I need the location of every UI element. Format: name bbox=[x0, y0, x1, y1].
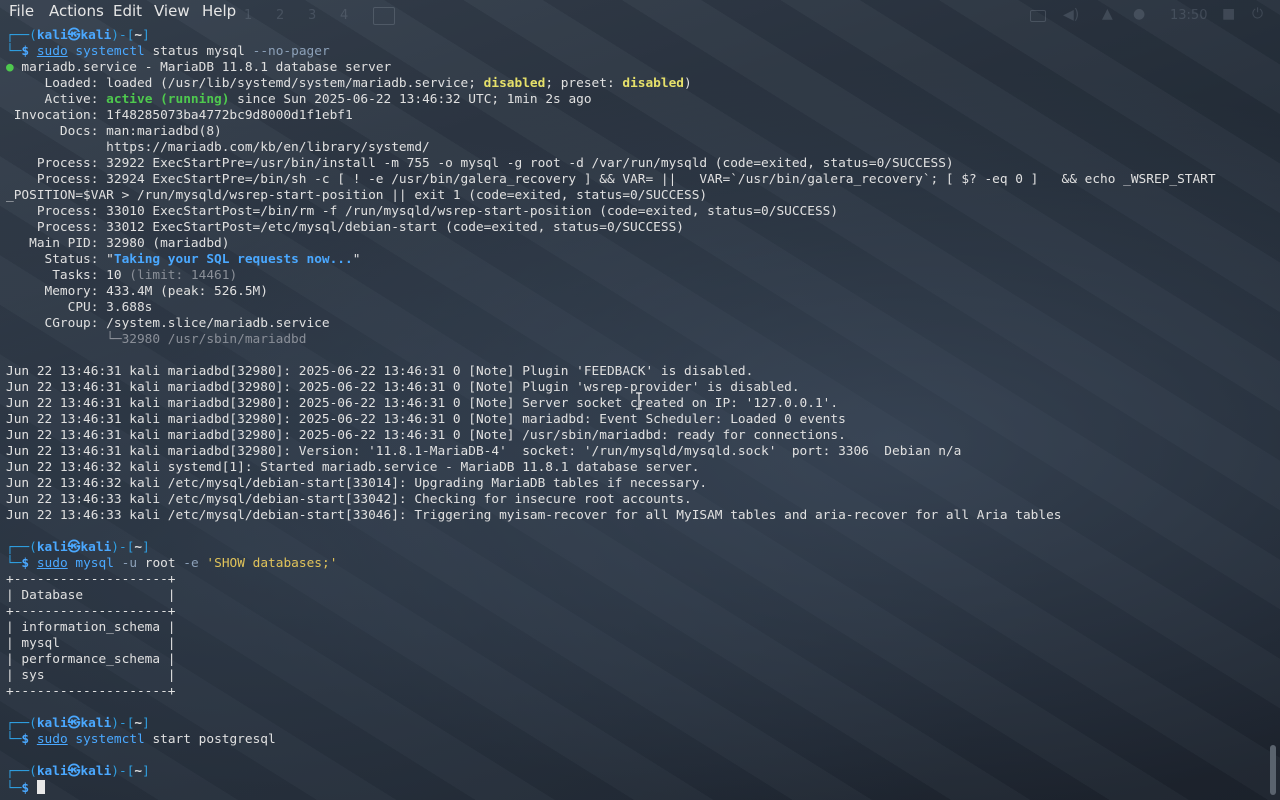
prompt-line: ┌──(kali㉿kali)-[~] bbox=[6, 540, 150, 555]
workspace-1[interactable]: 1 bbox=[244, 8, 252, 23]
journal-line: Jun 22 13:46:31 kali mariadbd[32980]: Ve… bbox=[6, 444, 962, 459]
command-line: └─$ sudo mysql -u root -e 'SHOW database… bbox=[6, 556, 338, 571]
lock-icon[interactable]: ■ bbox=[1222, 6, 1235, 22]
table-border: +--------------------+ bbox=[6, 572, 176, 587]
prompt-line: ┌──(kali㉿kali)-[~] bbox=[6, 28, 150, 43]
prompt-line: ┌──(kali㉿kali)-[~] bbox=[6, 716, 150, 731]
main-pid-line: Main PID: 32980 (mariadbd) bbox=[6, 236, 230, 251]
ibeam-cursor-icon bbox=[636, 392, 642, 410]
text-cursor bbox=[36, 780, 45, 794]
terminal-menubar: File Actions Edit View Help 1 2 3 4 ◀) ▲… bbox=[0, 0, 1280, 25]
workspace-4[interactable]: 4 bbox=[340, 8, 348, 23]
tasks-line: Tasks: 10 (limit: 14461) bbox=[6, 268, 238, 283]
journal-line: Jun 22 13:46:31 kali mariadbd[32980]: 20… bbox=[6, 380, 800, 395]
process-line: Process: 32924 ExecStartPre=/bin/sh -c [… bbox=[6, 172, 1216, 187]
journal-line: Jun 22 13:46:33 kali /etc/mysql/debian-s… bbox=[6, 492, 692, 507]
table-row: | sys | bbox=[6, 668, 176, 683]
logout-icon[interactable]: ⏻ bbox=[1252, 6, 1263, 22]
journal-line: Jun 22 13:46:32 kali /etc/mysql/debian-s… bbox=[6, 476, 708, 491]
table-header: | Database | bbox=[6, 588, 176, 603]
menu-file[interactable]: File bbox=[9, 2, 34, 20]
prompt-line: ┌──(kali㉿kali)-[~] bbox=[6, 764, 150, 779]
menu-actions[interactable]: Actions bbox=[49, 2, 104, 20]
process-line: Process: 32922 ExecStartPre=/usr/bin/ins… bbox=[6, 156, 954, 171]
command-input-line[interactable]: └─$ bbox=[6, 780, 45, 797]
notification-bell-icon[interactable]: ▲ bbox=[1102, 6, 1113, 22]
command-line: └─$ sudo systemctl status mysql --no-pag… bbox=[6, 44, 330, 59]
workspace-2[interactable]: 2 bbox=[276, 8, 284, 23]
command-line: └─$ sudo systemctl start postgresql bbox=[6, 732, 276, 747]
table-row: | mysql | bbox=[6, 636, 176, 651]
journal-line: Jun 22 13:46:31 kali mariadbd[32980]: 20… bbox=[6, 396, 839, 411]
terminal-app-icon[interactable] bbox=[373, 7, 395, 25]
status-dot-icon: ● bbox=[6, 60, 14, 75]
power-icon[interactable]: ● bbox=[1133, 6, 1145, 22]
cpu-line: CPU: 3.688s bbox=[6, 300, 153, 315]
table-row: | information_schema | bbox=[6, 620, 176, 635]
cgroup-line: CGroup: /system.slice/mariadb.service bbox=[6, 316, 330, 331]
journal-line: Jun 22 13:46:31 kali mariadbd[32980]: 20… bbox=[6, 364, 754, 379]
cgroup-child-line: └─32980 /usr/sbin/mariadbd bbox=[6, 332, 307, 347]
process-line: Process: 33012 ExecStartPost=/etc/mysql/… bbox=[6, 220, 684, 235]
status-line: Status: "Taking your SQL requests now...… bbox=[6, 252, 361, 267]
table-row: | performance_schema | bbox=[6, 652, 176, 667]
journal-line: Jun 22 13:46:31 kali mariadbd[32980]: 20… bbox=[6, 412, 846, 427]
process-line-wrap: _POSITION=$VAR > /run/mysqld/wsrep-start… bbox=[6, 188, 708, 203]
active-line: Active: active (running) since Sun 2025-… bbox=[6, 92, 592, 107]
menu-edit[interactable]: Edit bbox=[113, 2, 142, 20]
journal-line: Jun 22 13:46:31 kali mariadbd[32980]: 20… bbox=[6, 428, 846, 443]
menu-view[interactable]: View bbox=[154, 2, 190, 20]
docs-url-line[interactable]: https://mariadb.com/kb/en/library/system… bbox=[6, 140, 430, 156]
journal-line: Jun 22 13:46:32 kali systemd[1]: Started… bbox=[6, 460, 700, 475]
menu-help[interactable]: Help bbox=[202, 2, 236, 20]
workspace-3[interactable]: 3 bbox=[308, 8, 316, 23]
terminal-output[interactable]: ┌──(kali㉿kali)-[~] └─$ sudo systemctl st… bbox=[0, 28, 1268, 800]
process-line: Process: 33010 ExecStartPost=/bin/rm -f … bbox=[6, 204, 839, 219]
volume-icon[interactable]: ◀) bbox=[1063, 7, 1079, 23]
journal-line: Jun 22 13:46:33 kali /etc/mysql/debian-s… bbox=[6, 508, 1062, 523]
invocation-line: Invocation: 1f48285073ba4772bc9d8000d1f1… bbox=[6, 108, 353, 123]
service-header: ● mariadb.service - MariaDB 11.8.1 datab… bbox=[6, 60, 392, 75]
table-border: +--------------------+ bbox=[6, 604, 176, 619]
memory-line: Memory: 433.4M (peak: 526.5M) bbox=[6, 284, 268, 299]
docs-line: Docs: man:mariadbd(8) bbox=[6, 124, 222, 139]
terminal-scrollbar[interactable] bbox=[1270, 745, 1276, 795]
display-icon[interactable] bbox=[1030, 10, 1046, 22]
loaded-line: Loaded: loaded (/usr/lib/systemd/system/… bbox=[6, 76, 692, 91]
table-border: +--------------------+ bbox=[6, 684, 176, 699]
clock-label[interactable]: 13:50 bbox=[1170, 8, 1207, 23]
